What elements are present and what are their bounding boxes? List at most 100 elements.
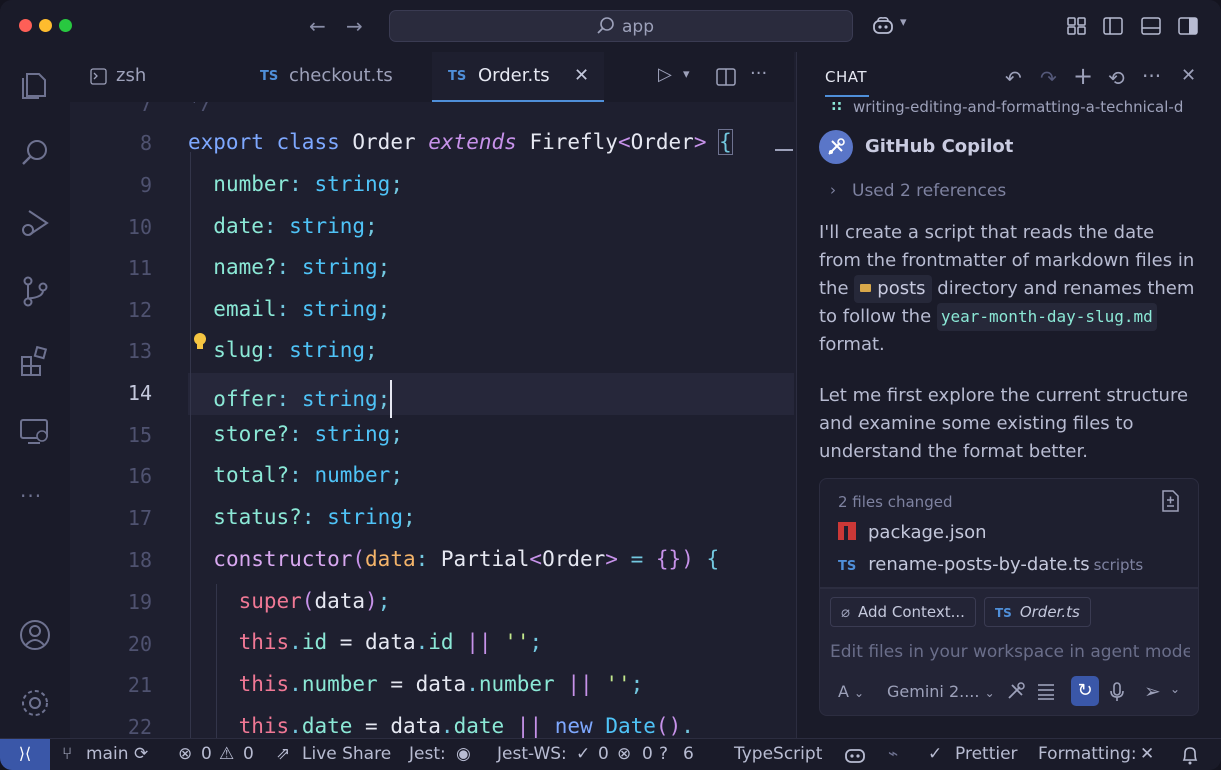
run-file-icon[interactable]: ▷	[658, 64, 672, 85]
errors-count[interactable]: 0	[201, 744, 212, 764]
close-panel-icon[interactable]: ✕	[1181, 65, 1196, 86]
folder-icon	[860, 284, 872, 292]
toggle-panel-icon[interactable]	[1140, 15, 1162, 37]
undo-icon[interactable]: ↶	[1005, 66, 1022, 90]
code-line-15: store?: string;	[188, 422, 403, 446]
new-chat-icon[interactable]: +	[1073, 62, 1093, 90]
token: ;	[630, 672, 644, 696]
notifications-muted-icon[interactable]: ⌁	[888, 744, 898, 764]
warnings-count[interactable]: 0	[243, 744, 254, 764]
redo-icon[interactable]: ↷	[1040, 66, 1057, 90]
model-picker[interactable]: Gemini 2.... ⌄	[887, 682, 995, 701]
close-tab-icon[interactable]: ✕	[574, 65, 589, 86]
forward-arrow-icon[interactable]: →	[346, 14, 363, 38]
toggle-primary-sidebar-icon[interactable]	[1102, 15, 1124, 37]
bell-icon[interactable]	[1181, 745, 1199, 765]
add-context-button[interactable]: ⌀ Add Context...	[830, 597, 976, 627]
unknown-icon: ?	[659, 744, 669, 764]
branch-name[interactable]: main	[86, 744, 128, 764]
instructions-icon[interactable]	[1036, 681, 1056, 701]
token: .	[415, 630, 429, 654]
close-window-button[interactable]	[19, 19, 32, 32]
tab-checkout-ts[interactable]: TS checkout.ts	[242, 52, 430, 102]
tab-order-ts[interactable]: TS Order.ts ✕	[432, 52, 604, 102]
warnings-icon: ⚠	[219, 744, 235, 764]
token: )	[681, 547, 694, 571]
formatting-status[interactable]: Formatting:	[1038, 744, 1137, 764]
token: ''	[504, 630, 530, 654]
token: Order	[352, 130, 416, 154]
sync-icon[interactable]: ⟳	[134, 744, 148, 764]
minimize-window-button[interactable]	[39, 19, 52, 32]
line-number: 19	[127, 590, 152, 614]
explorer-icon[interactable]	[18, 68, 52, 102]
jest-ws-status[interactable]: Jest-WS:	[497, 744, 567, 764]
history-icon[interactable]: ⟲	[1108, 66, 1125, 90]
folding-marker[interactable]	[775, 149, 793, 151]
copilot-icon[interactable]	[872, 15, 894, 37]
back-arrow-icon[interactable]: ←	[309, 14, 326, 38]
chevron-right-icon[interactable]: ›	[830, 181, 836, 199]
token: super	[238, 589, 302, 613]
token: = data	[327, 630, 416, 654]
remote-explorer-icon[interactable]	[18, 414, 52, 448]
send-options-chevron-icon[interactable]: ⌄	[1170, 682, 1180, 696]
zoom-window-button[interactable]	[59, 19, 72, 32]
files-changed-header: 2 files changed	[838, 493, 953, 511]
send-icon[interactable]: ➢	[1144, 679, 1161, 703]
source-control-icon[interactable]	[18, 274, 52, 308]
token: :	[289, 172, 315, 196]
mode-picker[interactable]: A ⌄	[838, 682, 864, 701]
token: {}	[655, 547, 682, 571]
line-number: 16	[127, 464, 152, 488]
line-number: 20	[127, 632, 152, 656]
token: :	[415, 547, 441, 571]
file-name: package.json	[868, 522, 987, 543]
used-references-toggle[interactable]: Used 2 references	[852, 181, 1006, 201]
microphone-icon[interactable]	[1108, 681, 1126, 703]
search-icon[interactable]	[18, 136, 52, 170]
language-mode[interactable]: TypeScript	[734, 744, 822, 764]
token: Partial	[440, 547, 530, 571]
changed-file-row[interactable]: TS rename-posts-by-date.ts scripts	[838, 554, 1143, 575]
more-views-icon[interactable]: ···	[20, 484, 42, 508]
extensions-icon[interactable]	[18, 344, 52, 378]
editor-tabs: zsh TS checkout.ts TS Order.ts ✕ ▷ ▾ ···	[70, 52, 794, 102]
code-line-18: constructor(data: Partial<Order> = {}) {	[188, 547, 719, 571]
token: Date	[605, 714, 656, 738]
chat-title[interactable]: CHAT	[825, 68, 867, 86]
changed-file-row[interactable]: package.json	[838, 522, 987, 543]
settings-gear-icon[interactable]	[18, 686, 52, 720]
run-and-debug-icon[interactable]	[18, 206, 52, 240]
more-actions-icon[interactable]: ···	[750, 63, 767, 84]
chat-input[interactable]: Edit files in your workspace in agent mo…	[830, 642, 1190, 662]
accounts-icon[interactable]	[18, 618, 52, 652]
copilot-menu-chevron-icon[interactable]: ▾	[900, 15, 907, 30]
token: this	[238, 630, 290, 654]
token: ;	[377, 589, 391, 613]
jest-status[interactable]: Jest:	[409, 744, 446, 764]
prettier-status[interactable]: Prettier	[955, 744, 1018, 764]
remote-indicator-icon[interactable]: ⟩⟨	[0, 739, 50, 770]
copilot-status-icon[interactable]	[844, 745, 866, 765]
run-menu-chevron-icon[interactable]: ▾	[683, 67, 690, 82]
token: ;	[390, 463, 403, 487]
token: data	[365, 547, 416, 571]
code-editor[interactable]: 7 8 9 10 11 12 13 14 15 16 17 18 19 20 2…	[70, 102, 794, 738]
split-editor-icon[interactable]	[716, 67, 736, 87]
tools-icon[interactable]	[1006, 681, 1026, 701]
command-center-search[interactable]: app	[389, 10, 853, 42]
tab-zsh[interactable]: zsh	[70, 52, 240, 102]
toggle-secondary-sidebar-icon[interactable]	[1177, 15, 1199, 37]
view-changes-icon[interactable]	[1159, 489, 1181, 513]
auto-approve-toggle-icon[interactable]: ↻	[1071, 676, 1099, 706]
chat-message-paragraph: Let me first explore the current structu…	[819, 385, 1189, 462]
folder-chip[interactable]: posts	[854, 275, 932, 303]
live-share[interactable]: Live Share	[302, 744, 391, 764]
token: = data	[352, 714, 441, 738]
context-file-chip[interactable]: TS Order.ts	[984, 597, 1091, 627]
more-actions-icon[interactable]: ···	[1142, 64, 1161, 88]
customize-layout-icon[interactable]	[1066, 15, 1088, 37]
search-label: app	[622, 17, 654, 37]
reference-file[interactable]: writing-editing-and-formatting-a-technic…	[853, 98, 1198, 116]
